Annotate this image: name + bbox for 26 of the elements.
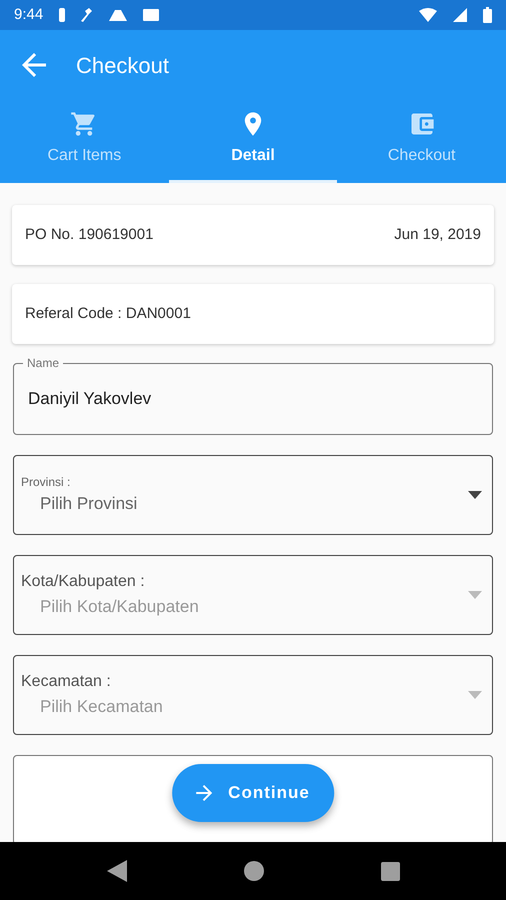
status-time: 9:44	[14, 4, 44, 25]
screen-title: Checkout	[76, 52, 169, 80]
wrench-icon	[81, 8, 94, 22]
referral-code: Referal Code : DAN0001	[25, 304, 191, 324]
dropdown-placeholder: Pilih Kecamatan	[39, 696, 164, 718]
card-icon	[143, 9, 160, 21]
recents-nav-icon[interactable]	[380, 862, 400, 880]
dropdown-placeholder: Pilih Kota/Kabupaten	[39, 596, 200, 618]
dropdown-arrow-icon	[468, 691, 482, 699]
continue-button[interactable]: Continue	[172, 764, 334, 822]
dropdown-arrow-icon	[468, 491, 482, 499]
dropdown-label: Kota/Kabupaten :	[21, 572, 146, 592]
dropdown-arrow-icon	[468, 591, 482, 599]
triangle-icon	[109, 10, 128, 20]
tab[interactable]: Detail	[168, 100, 338, 183]
dropdown-placeholder: Pilih Provinsi	[39, 493, 138, 516]
dropdown[interactable]: Provinsi : Pilih Provinsi	[13, 455, 493, 535]
back-nav-icon[interactable]	[106, 860, 126, 882]
order-date: Jun 19, 2019	[394, 224, 481, 245]
dropdown-label: Provinsi :	[21, 474, 72, 492]
signal-icon	[453, 8, 467, 22]
wifi-icon	[419, 8, 437, 22]
dropdown-label: Kecamatan :	[21, 672, 112, 692]
battery-icon	[483, 7, 492, 23]
home-nav-icon[interactable]	[244, 861, 264, 881]
po-number: PO No. 190619001	[25, 224, 154, 245]
